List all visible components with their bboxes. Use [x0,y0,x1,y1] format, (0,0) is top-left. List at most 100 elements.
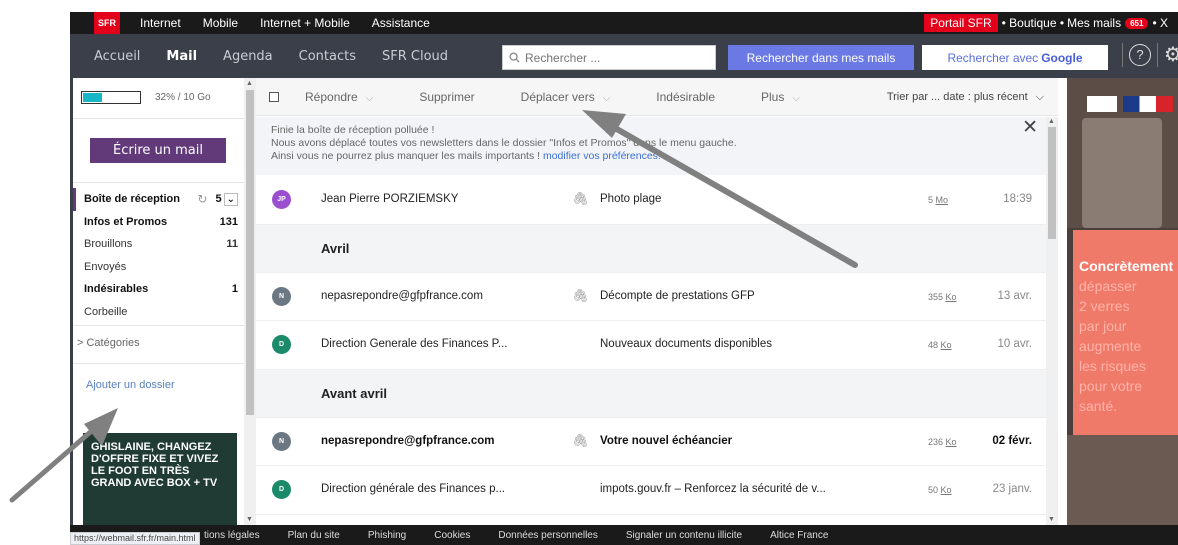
footer-link-cookies[interactable]: Cookies [434,530,470,541]
sort-dropdown[interactable]: Trier par ... date : plus récent ⌵ [887,78,1044,116]
more-button[interactable]: Plus ⌵ [761,90,800,104]
ad-image [1067,78,1178,228]
footer-link-legal[interactable]: tions légales [204,530,260,541]
footer-link-sitemap[interactable]: Plan du site [288,530,340,541]
settings-icon[interactable]: ⚙ [1164,42,1178,67]
promo-ad[interactable]: GHISLAINE, CHANGEZ D'OFFRE FIXE ET VIVEZ… [83,433,237,525]
mail-row[interactable]: D Direction générale des Finances p... i… [256,466,1046,515]
promo-line: D'OFFRE FIXE ET VIVEZ [91,453,219,465]
categories-toggle[interactable]: > Catégories [77,337,140,349]
inbox-tools: ↻ 5 ⌄ [197,192,238,206]
tab-contacts[interactable]: Contacts [299,49,356,64]
footer-link-altice[interactable]: Altice France [770,530,828,541]
close-icon[interactable]: ✕ [1022,118,1038,137]
avatar: N [272,431,291,451]
avatar: N [272,286,291,306]
mail-size: 355 Ko [928,292,957,302]
folder-drafts[interactable]: Brouillons 11 [73,233,244,256]
search-google-button[interactable]: Rechercher avec Google [922,45,1108,70]
group-title: Avant avril [321,385,387,401]
mail-time: 13 avr. [997,289,1032,302]
ad-line: par jour [1079,318,1127,334]
top-right-links: Portail SFR • Boutique • Mes mails 651 •… [924,12,1168,34]
mail-time: 02 févr. [992,434,1032,447]
move-to-button[interactable]: Déplacer vers ⌵ [521,90,611,104]
scrollbar-thumb[interactable] [1048,127,1056,239]
scroll-up-icon[interactable]: ▲ [246,80,253,87]
help-icon[interactable]: ? [1129,43,1151,66]
search-box[interactable] [502,45,716,70]
mail-sender: Direction générale des Finances p... [321,483,506,495]
footer-link-phishing[interactable]: Phishing [368,530,406,541]
mail-sender: nepasrepondre@gfpfrance.com [321,434,495,447]
sfr-logo[interactable]: SFR [94,12,120,34]
top-link-assistance[interactable]: Assistance [372,16,430,30]
footer-link-personal-data[interactable]: Données personnelles [498,530,598,541]
portail-sfr-link[interactable]: Portail SFR [924,14,998,32]
footer: tions légales Plan du site Phishing Cook… [70,525,1178,545]
tab-mail[interactable]: Mail [166,49,197,64]
top-link-internet[interactable]: Internet [140,16,181,30]
mail-row[interactable]: D Direction Generale des Finances P... N… [256,321,1046,370]
right-ad[interactable]: Concrètement dépasser 2 verres par jour … [1067,78,1178,525]
boutique-link[interactable]: • Boutique • [1002,16,1064,30]
mail-list-scrollbar[interactable]: ▲ ▼ [1046,117,1058,525]
mail-toolbar: Répondre ⌵ Supprimer Déplacer vers ⌵ Indés… [256,78,1058,116]
mail-sender: Direction Generale des Finances P... [321,338,508,350]
folder-sent[interactable]: Envoyés [73,256,244,279]
select-all-checkbox[interactable] [269,91,279,102]
folder-trash[interactable]: Corbeille [73,301,244,324]
folder-count: 11 [226,238,238,251]
top-link-internet-mobile[interactable]: Internet + Mobile [260,16,350,30]
group-title: Avril [321,240,350,256]
scroll-up-icon[interactable]: ▲ [1048,118,1055,125]
preferences-link[interactable]: modifier vos préférences. [543,150,661,162]
avatar: D [272,480,291,499]
tab-sfr-cloud[interactable]: SFR Cloud [382,49,448,64]
search-input[interactable] [525,50,705,65]
refresh-icon[interactable]: ↻ [197,192,207,206]
mail-row[interactable]: N nepasrepondre@gfpfrance.com 🖇 Décompte… [256,272,1046,321]
mail-size: 5 Mo [928,195,948,205]
folder-label: Corbeille [84,305,128,318]
tab-accueil[interactable]: Accueil [94,49,140,64]
mail-time: 18:39 [1003,193,1032,205]
tab-agenda[interactable]: Agenda [223,49,273,64]
top-link-mobile[interactable]: Mobile [203,16,238,30]
divider [1157,42,1158,67]
add-folder-link[interactable]: Ajouter un dossier [86,379,175,391]
quota-fill [83,92,102,102]
divider [73,118,247,119]
folder-infos-promos[interactable]: Infos et Promos 131 [73,211,244,234]
mail-row[interactable]: N nepasrepondre@gfpfrance.com 🖇 Votre no… [256,417,1046,466]
info-banner: Finie la boîte de réception polluée ! No… [256,117,1046,175]
reply-button[interactable]: Répondre ⌵ [305,90,373,104]
spam-button[interactable]: Indésirable [656,90,715,104]
sidebar-scrollbar[interactable]: ▲ ▼ [244,78,256,525]
folder-label: Infos et Promos [84,215,168,228]
footer-link-report[interactable]: Signaler un contenu illicite [626,530,742,541]
size-unit: Mo [935,195,949,205]
mes-mails-link[interactable]: Mes mails [1067,16,1121,30]
delete-button[interactable]: Supprimer [419,90,474,104]
move-label: Déplacer vers [520,89,595,104]
compose-button[interactable]: Écrire un mail [90,138,226,163]
folder-label: Brouillons [84,238,133,251]
folder-spam[interactable]: Indésirables 1 [73,278,244,301]
group-header: Avril [256,224,1046,273]
scroll-down-icon[interactable]: ▼ [1048,516,1055,523]
paperclip-icon: 🖇 [572,432,589,448]
google-brand: Google [1041,50,1083,65]
chevron-down-icon: ⌵ [365,92,374,104]
search-mails-button[interactable]: Rechercher dans mes mails [728,45,914,70]
folder-list: Boîte de réception ↻ 5 ⌄ Infos et Promos… [73,188,244,323]
folder-inbox[interactable]: Boîte de réception ↻ 5 ⌄ [73,188,244,211]
chevron-down-icon[interactable]: ⌄ [223,192,238,206]
size-value: 355 [928,291,944,302]
size-unit: Ko [940,485,952,495]
mail-row[interactable]: JP Jean Pierre PORZIEMSKY 🖇 Photo plage … [256,176,1046,225]
avatar: JP [272,190,291,209]
close-top-link[interactable]: • X [1152,16,1168,30]
scroll-down-icon[interactable]: ▼ [246,516,253,523]
scrollbar-thumb[interactable] [246,90,254,415]
